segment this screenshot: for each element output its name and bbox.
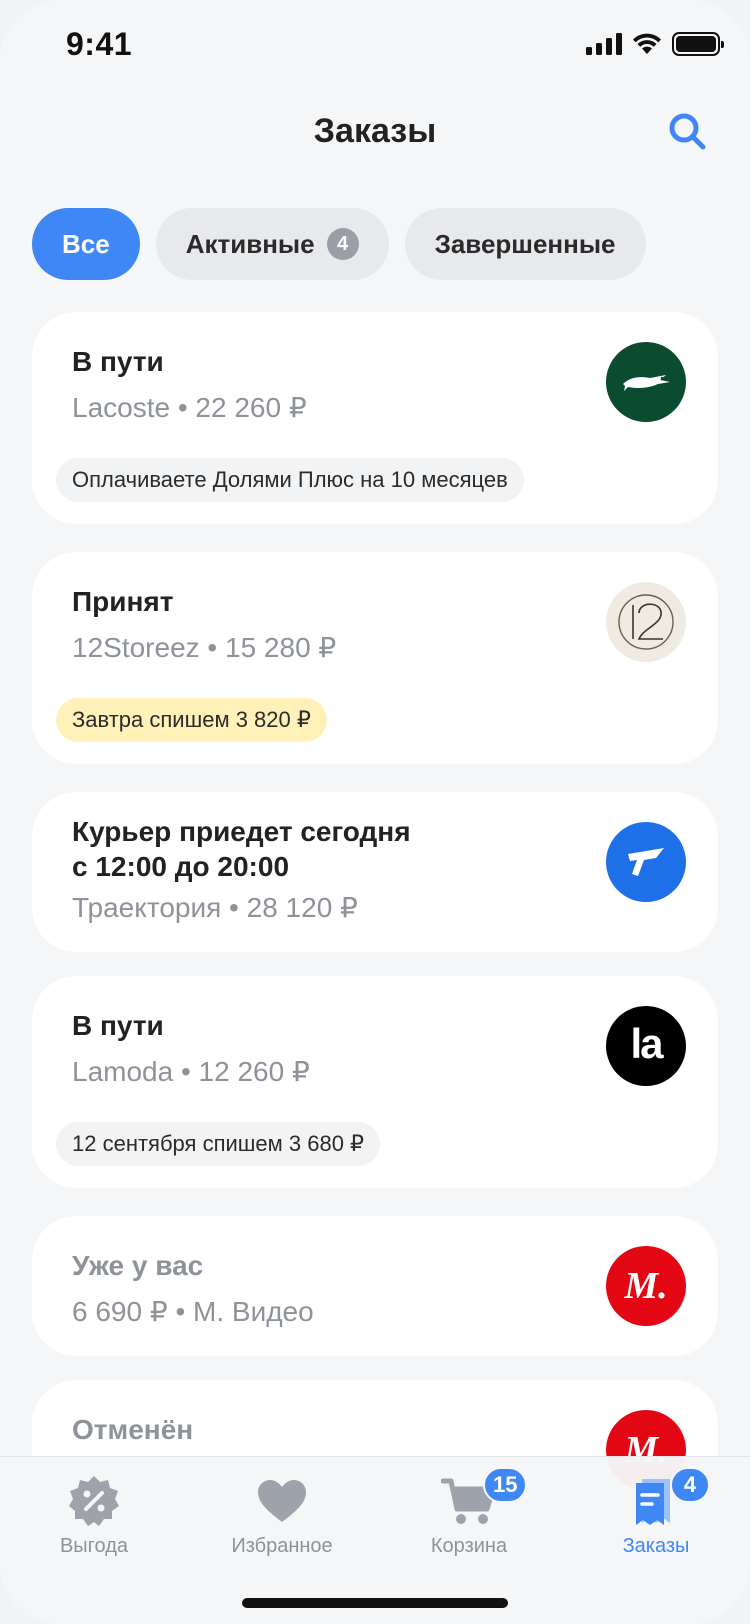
order-store-price: Траектория • 28 120 ₽ bbox=[72, 892, 358, 923]
cellular-signal-icon bbox=[586, 33, 622, 55]
order-note: 12 сентября спишем 3 680 ₽ bbox=[56, 1122, 381, 1166]
order-card[interactable]: В пути Lamoda • 12 260 ₽ 12 сентября спи… bbox=[32, 976, 718, 1188]
order-status: В пути bbox=[72, 346, 164, 377]
order-status: Уже у вас bbox=[72, 1250, 204, 1281]
page-title: Заказы bbox=[313, 112, 437, 150]
traektoriya-logo-icon bbox=[606, 822, 686, 902]
home-indicator[interactable] bbox=[242, 1598, 508, 1608]
order-card[interactable]: В пути Lacoste • 22 260 ₽ Оплачиваете До… bbox=[32, 312, 718, 524]
header: Заказы bbox=[0, 100, 750, 166]
nav-item-favorites[interactable]: Избранное bbox=[202, 1473, 362, 1558]
nav-label: Избранное bbox=[231, 1535, 333, 1557]
nav-item-benefits[interactable]: Выгода bbox=[14, 1473, 174, 1558]
bottom-tab-bar: Выгода Избранное 15 Корзина 4 Заказы bbox=[0, 1456, 750, 1624]
nav-label: Заказы bbox=[622, 1535, 690, 1557]
search-icon bbox=[669, 113, 706, 150]
tab-active[interactable]: Активные 4 bbox=[155, 208, 389, 280]
wifi-icon bbox=[633, 33, 661, 54]
tab-all[interactable]: Все bbox=[32, 208, 140, 280]
order-status: Отменён bbox=[72, 1414, 194, 1445]
tab-label: Активные bbox=[185, 228, 315, 259]
cart-count-badge: 15 bbox=[483, 1467, 528, 1503]
nav-label: Корзина bbox=[430, 1535, 508, 1557]
search-button[interactable] bbox=[664, 108, 712, 156]
status-bar: 9:41 bbox=[0, 0, 750, 90]
order-store-price: Lamoda • 12 260 ₽ bbox=[72, 1056, 310, 1087]
order-status: В пути bbox=[72, 1010, 164, 1041]
order-status: с 12:00 до 20:00 bbox=[72, 851, 290, 882]
filter-tabs: Все Активные 4 Завершенные bbox=[32, 208, 646, 280]
order-card[interactable]: Принят 12Storeez • 15 280 ₽ Завтра спише… bbox=[32, 552, 718, 764]
order-note: Завтра спишем 3 820 ₽ bbox=[56, 698, 327, 742]
tab-label: Все bbox=[62, 228, 110, 259]
orders-count-badge: 4 bbox=[670, 1467, 710, 1503]
mvideo-logo-icon: М. bbox=[606, 1246, 686, 1326]
tab-count-badge: 4 bbox=[326, 228, 359, 260]
order-status: Курьер приедет сегодня bbox=[72, 816, 411, 847]
12storeez-logo-icon bbox=[606, 582, 686, 662]
nav-item-orders[interactable]: 4 Заказы bbox=[576, 1467, 736, 1558]
heart-icon bbox=[252, 1473, 312, 1529]
order-card[interactable]: Курьер приедет сегодня с 12:00 до 20:00 … bbox=[32, 792, 718, 952]
order-note: Оплачиваете Долями Плюс на 10 месяцев bbox=[56, 458, 524, 502]
mvideo-logo-text: М. bbox=[624, 1265, 668, 1307]
discount-icon bbox=[64, 1473, 124, 1529]
lamoda-logo-icon: la bbox=[606, 1006, 686, 1086]
cart-icon: 15 bbox=[439, 1467, 528, 1529]
order-card[interactable]: Уже у вас 6 690 ₽ • М. Видео М. bbox=[32, 1216, 718, 1356]
order-status: Принят bbox=[72, 586, 174, 617]
nav-label: Выгода bbox=[59, 1535, 129, 1557]
order-store-price: 6 690 ₽ • М. Видео bbox=[72, 1296, 314, 1327]
orders-screen: 9:41 Заказы Все Активные 4 Завершенные В… bbox=[0, 0, 750, 1624]
lacoste-logo-icon bbox=[606, 342, 686, 422]
status-icons bbox=[586, 32, 724, 56]
tab-completed[interactable]: Завершенные bbox=[404, 208, 646, 280]
order-store-price: 12Storeez • 15 280 ₽ bbox=[72, 632, 337, 663]
battery-icon bbox=[672, 32, 724, 56]
tab-label: Завершенные bbox=[434, 228, 616, 259]
nav-item-cart[interactable]: 15 Корзина bbox=[389, 1467, 549, 1558]
lamoda-logo-text: la bbox=[630, 1020, 663, 1067]
status-time: 9:41 bbox=[66, 26, 133, 62]
order-store-price: Lacoste • 22 260 ₽ bbox=[72, 392, 307, 423]
orders-icon: 4 bbox=[626, 1467, 710, 1529]
